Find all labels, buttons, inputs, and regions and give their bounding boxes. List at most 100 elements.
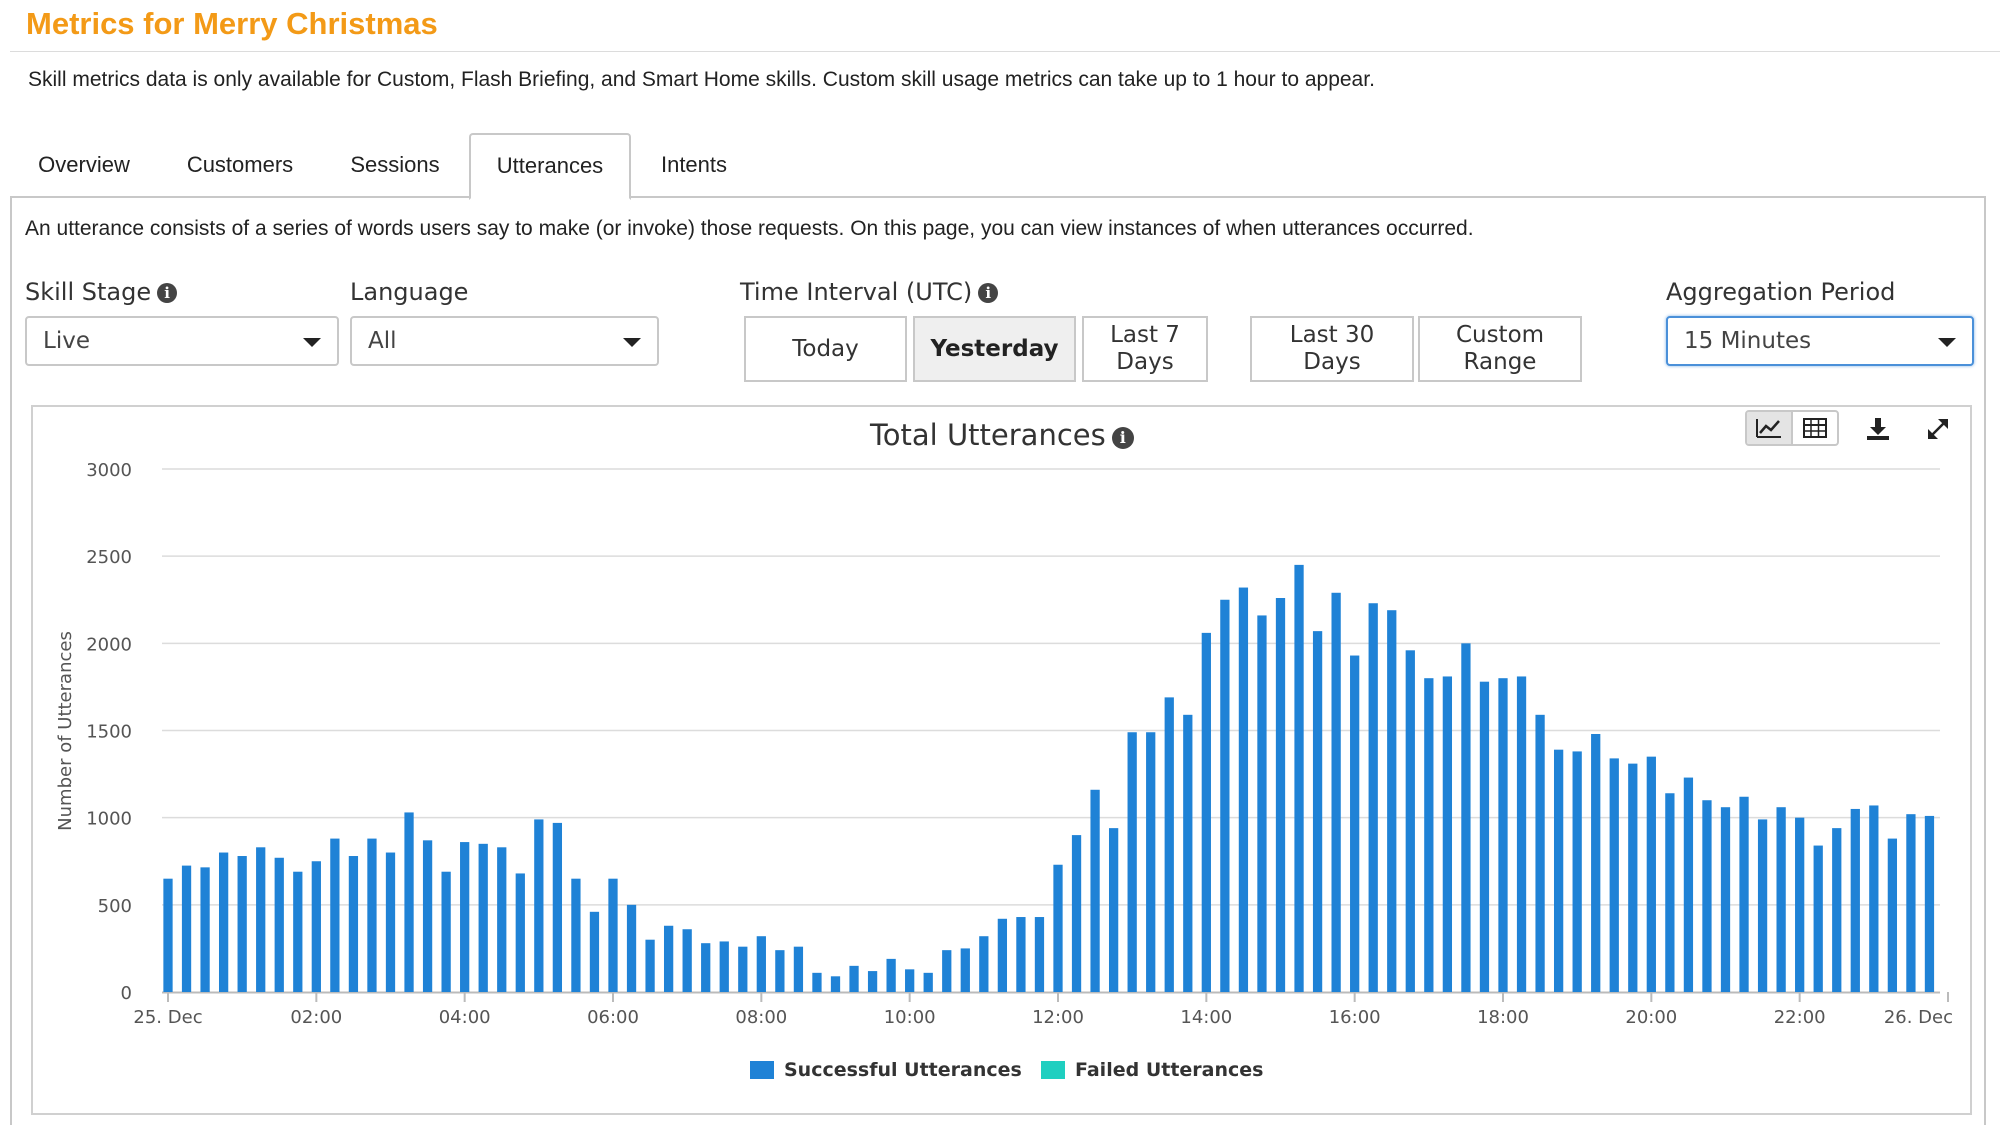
bar-successful[interactable] [200,867,210,992]
bar-successful[interactable] [534,819,544,992]
bar-successful[interactable] [589,911,600,992]
bar-successful[interactable] [571,878,581,992]
bar-successful[interactable] [1071,835,1082,992]
bar-successful[interactable] [942,950,952,992]
bar-successful[interactable] [1795,817,1805,992]
bar-successful[interactable] [1257,615,1267,992]
bar-successful[interactable] [663,925,674,992]
bar-successful[interactable] [701,943,711,992]
bar-successful[interactable] [923,972,933,992]
bar-successful[interactable] [1702,800,1712,992]
bar-successful[interactable] [1553,749,1564,992]
bar-successful[interactable] [1609,758,1619,992]
legend-successful[interactable]: Successful Utterances [750,1058,1022,1082]
bar-successful[interactable] [1461,643,1471,992]
bar-successful[interactable] [1201,632,1211,992]
bar-successful[interactable] [163,878,173,992]
bar-successful[interactable] [997,918,1008,992]
bar-successful[interactable] [348,856,359,992]
bar-successful[interactable] [830,976,841,992]
bar-successful[interactable] [385,852,396,992]
bar-successful[interactable] [905,969,915,992]
bar-successful[interactable] [1275,598,1286,992]
bar-successful[interactable] [1442,676,1453,992]
bar-successful[interactable] [1294,564,1304,992]
legend-failed[interactable]: Failed Utterances [1041,1058,1263,1082]
bar-successful[interactable] [960,948,970,992]
bar-successful[interactable] [1683,777,1694,992]
bar-successful[interactable] [1720,807,1731,992]
bar-successful[interactable] [181,865,192,992]
bar-successful[interactable] [1183,714,1193,992]
bar-successful[interactable] [237,856,247,992]
bar-successful[interactable] [441,871,451,992]
bar-successful[interactable] [1924,815,1935,992]
bar-successful[interactable] [849,965,859,992]
bar-successful[interactable] [979,936,989,992]
bar-successful[interactable] [1776,807,1786,992]
bar-successful[interactable] [1387,610,1397,992]
bar-successful[interactable] [626,904,637,992]
bar-successful[interactable] [812,972,822,992]
bar-successful[interactable] [645,939,655,992]
bar-successful[interactable] [1591,733,1601,992]
bar-successful[interactable] [793,946,804,992]
bar-successful[interactable] [1238,587,1249,992]
bar-successful[interactable] [552,822,563,992]
bar-successful[interactable] [1535,714,1545,992]
bar-successful[interactable] [1034,917,1045,992]
bar-successful[interactable] [1813,845,1823,992]
bar-successful[interactable] [1498,678,1508,992]
bar-successful[interactable] [1312,631,1323,992]
bar-successful[interactable] [867,971,878,992]
bar-successful[interactable] [608,878,618,992]
bar-successful[interactable] [478,843,488,992]
bar-successful[interactable] [497,847,507,992]
bar-successful[interactable] [1628,763,1638,992]
bar-successful[interactable] [1516,676,1527,992]
tab-utterances[interactable]: Utterances [469,133,631,200]
bar-successful[interactable] [1127,732,1137,992]
bar-successful[interactable] [738,946,748,992]
bar-successful[interactable] [682,929,692,992]
bar-successful[interactable] [1424,678,1434,992]
bar-successful[interactable] [1016,917,1026,992]
bar-successful[interactable] [1331,592,1341,992]
bar-successful[interactable] [756,936,766,992]
bar-successful[interactable] [1869,805,1879,992]
bar-successful[interactable] [1090,789,1100,992]
bar-successful[interactable] [330,838,340,992]
bar-successful[interactable] [367,838,377,992]
bar-successful[interactable] [1572,751,1582,992]
bar-successful[interactable] [460,842,470,992]
bar-successful[interactable] [1146,732,1156,992]
bar-successful[interactable] [1053,864,1063,992]
bar-successful[interactable] [311,861,321,992]
bar-successful[interactable] [1646,756,1656,992]
bar-successful[interactable] [1405,650,1415,992]
bar-successful[interactable] [515,873,525,992]
bar-successful[interactable] [218,852,229,992]
bar-successful[interactable] [274,857,284,992]
bar-successful[interactable] [1850,808,1860,992]
bar-successful[interactable] [1368,603,1378,992]
bar-successful[interactable] [1757,819,1768,992]
bar-successful[interactable] [1164,697,1174,992]
bar-successful[interactable] [886,958,896,992]
bar-successful[interactable] [1108,828,1119,992]
bar-successful[interactable] [1906,814,1916,992]
bar-successful[interactable] [256,847,266,992]
bar-successful[interactable] [1665,793,1675,992]
legend-label-successful: Successful Utterances [784,1059,1022,1081]
bar-successful[interactable] [1739,796,1749,992]
bar-successful[interactable] [1887,838,1898,992]
bar-successful[interactable] [404,812,414,992]
bar-successful[interactable] [1350,655,1360,992]
bar-successful[interactable] [1479,681,1490,992]
bar-successful[interactable] [1220,599,1230,992]
bar-successful[interactable] [1832,828,1842,992]
bar-successful[interactable] [422,840,433,992]
bar-successful[interactable] [293,871,303,992]
bar-successful[interactable] [775,950,785,992]
bar-successful[interactable] [719,941,729,992]
